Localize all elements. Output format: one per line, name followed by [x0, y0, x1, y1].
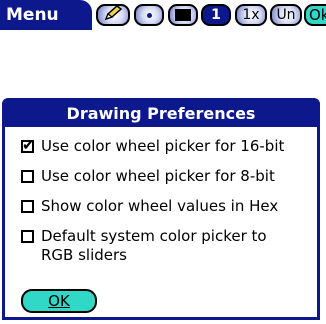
- pencil-tool-button[interactable]: [96, 4, 130, 26]
- option-16bit-label: Use color wheel picker for 16-bit: [41, 137, 285, 155]
- dialog-title: Drawing Preferences: [5, 101, 317, 127]
- color-button[interactable]: [168, 4, 198, 26]
- menu-bar: Menu 1 1x Un Ok: [0, 0, 326, 30]
- toolbar-ok-button[interactable]: Ok: [304, 4, 326, 26]
- brush-size-button[interactable]: [134, 4, 164, 26]
- layer-number-label: 1: [211, 7, 221, 23]
- undo-button[interactable]: Un: [270, 4, 302, 26]
- option-rgb-sliders-label: Default system color picker to RGB slide…: [41, 227, 267, 264]
- option-rgb-sliders[interactable]: Default system color picker to RGB slide…: [21, 227, 301, 265]
- toolbar-ok-label: Ok: [309, 6, 326, 24]
- option-8bit-color-wheel[interactable]: Use color wheel picker for 8-bit: [21, 167, 275, 186]
- undo-label: Un: [276, 7, 296, 23]
- checkbox-16bit[interactable]: [21, 136, 35, 155]
- layer-number-button[interactable]: 1: [201, 4, 231, 26]
- color-swatch-icon: [175, 9, 191, 21]
- menu-label: Menu: [6, 5, 59, 25]
- checkbox-hex[interactable]: [21, 200, 34, 213]
- menu-button[interactable]: Menu: [0, 0, 92, 30]
- dot-icon: [146, 12, 152, 18]
- checkbox-rgb-sliders[interactable]: [21, 230, 34, 243]
- pencil-icon: [103, 5, 123, 25]
- option-8bit-label: Use color wheel picker for 8-bit: [41, 167, 275, 185]
- option-hex-values[interactable]: Show color wheel values in Hex: [21, 197, 278, 216]
- ok-button[interactable]: OK: [21, 289, 97, 313]
- option-16bit-color-wheel[interactable]: Use color wheel picker for 16-bit: [21, 136, 285, 156]
- zoom-button[interactable]: 1x: [235, 4, 267, 26]
- ok-button-label: OK: [48, 292, 70, 310]
- checkbox-8bit[interactable]: [21, 170, 34, 183]
- option-hex-label: Show color wheel values in Hex: [41, 197, 279, 215]
- drawing-preferences-dialog: Drawing Preferences Use color wheel pick…: [2, 98, 320, 320]
- zoom-label: 1x: [242, 7, 260, 23]
